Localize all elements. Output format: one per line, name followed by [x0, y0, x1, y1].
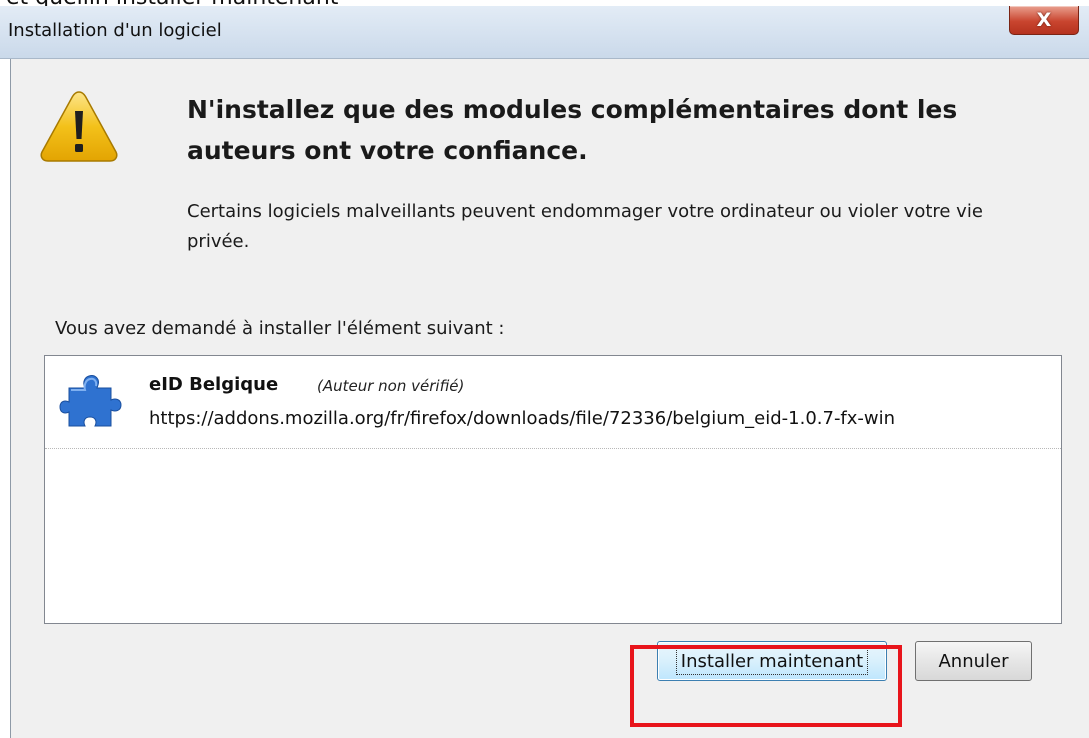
dialog-titlebar[interactable]: Installation d'un logiciel X: [0, 6, 1089, 59]
install-now-label: Installer maintenant: [675, 647, 869, 675]
warning-description: Certains logiciels malveillants peuvent …: [187, 201, 983, 252]
install-now-button[interactable]: Installer maintenant: [657, 641, 887, 681]
puzzle-piece-icon: [59, 375, 122, 427]
addon-author-note: (Auteur non vérifié): [317, 377, 465, 395]
warning-triangle-icon: [40, 91, 118, 162]
request-label: Vous avez demandé à installer l'élément …: [55, 318, 505, 339]
dialog-body: N'installez que des modules complémentai…: [10, 59, 1089, 738]
warning-headline: N'installez que des modules complémentai…: [187, 95, 958, 165]
cancel-button[interactable]: Annuler: [915, 641, 1032, 681]
list-item[interactable]: eID Belgique (Auteur non vérifié) https:…: [45, 356, 1061, 449]
addon-name: eID Belgique: [149, 374, 279, 395]
dialog-title: Installation d'un logiciel: [8, 20, 222, 41]
addon-url: https://addons.mozilla.org/fr/firefox/do…: [149, 408, 896, 429]
screenshot: et quellin installer maintenant Installa…: [0, 0, 1089, 738]
close-icon: X: [1036, 8, 1052, 31]
close-button[interactable]: X: [1009, 6, 1079, 35]
addon-list[interactable]: eID Belgique (Auteur non vérifié) https:…: [44, 355, 1062, 624]
